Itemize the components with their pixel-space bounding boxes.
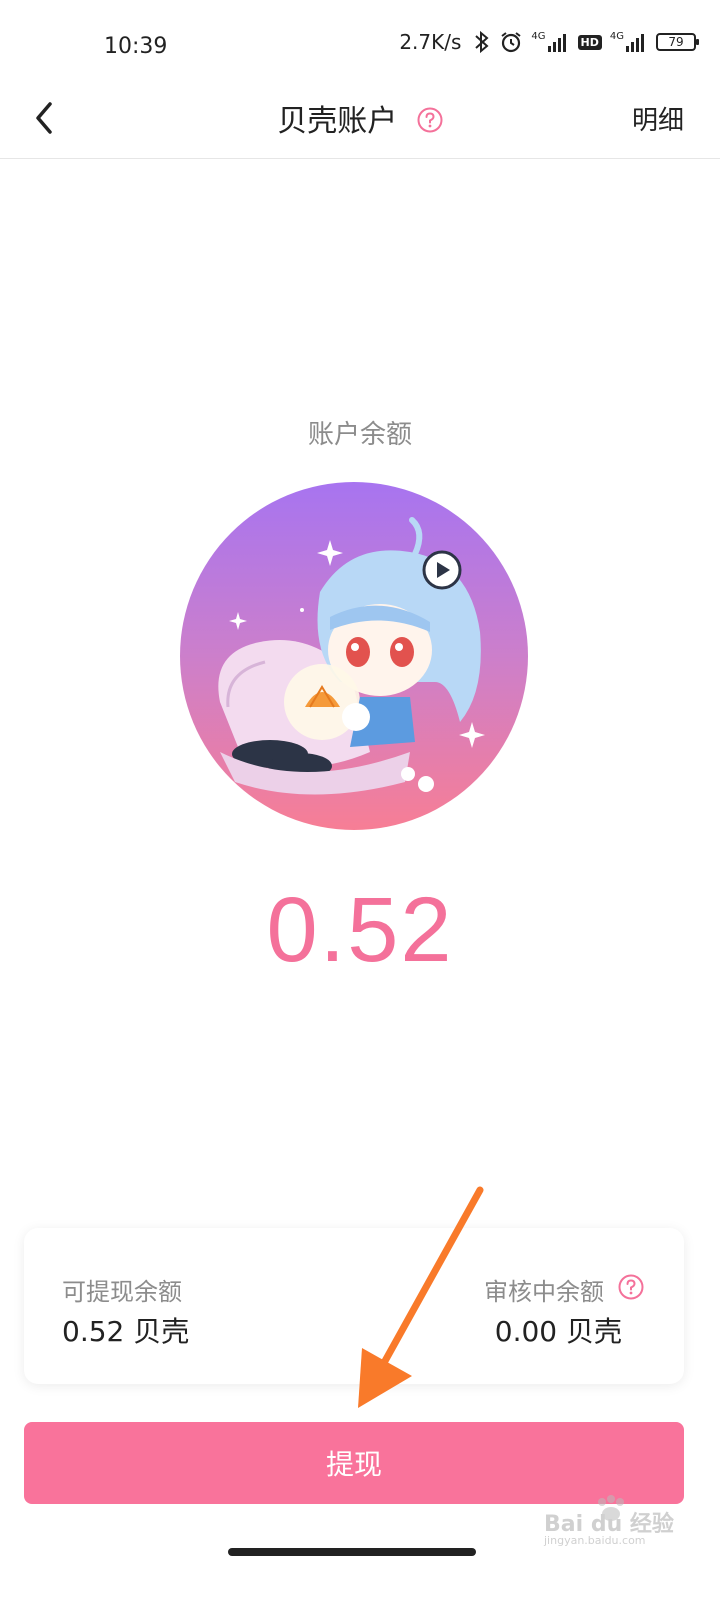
battery-level: 79 xyxy=(668,35,684,49)
balance-label: 账户余额 xyxy=(307,420,412,450)
baidu-watermark: Bai du 经验 jingyan.baidu.com xyxy=(544,1494,684,1550)
balance-amount: 0.52 xyxy=(266,879,454,981)
battery-icon: 79 xyxy=(656,33,699,51)
page-title: 贝壳账户 xyxy=(277,104,398,139)
page: 10:39 2.7K/s 4G HD 4G 79 贝壳账户 明细 账户余额 0.… xyxy=(0,0,720,1600)
withdrawable-value: 0.52 贝壳 xyxy=(62,1315,190,1348)
pending-value: 0.00 贝壳 xyxy=(494,1315,622,1348)
withdraw-button[interactable]: 提现 xyxy=(24,1422,684,1504)
balance-summary-card: 可提现余额 0.52 贝壳 审核中余额 0.00 贝壳 xyxy=(24,1228,684,1384)
details-link[interactable]: 明细 xyxy=(632,100,684,137)
network-type-2: 4G xyxy=(609,30,624,42)
hd-badge: HD xyxy=(577,34,602,50)
status-time: 10:39 xyxy=(104,34,168,59)
mascot-image xyxy=(218,517,485,795)
status-icons: 2.7K/s 4G HD 4G 79 xyxy=(399,30,699,54)
alarm-icon xyxy=(501,32,522,53)
withdraw-button-label: 提现 xyxy=(325,1448,382,1481)
network-type-1: 4G xyxy=(531,30,546,42)
home-indicator xyxy=(228,1548,476,1556)
help-icon[interactable] xyxy=(417,107,443,133)
bluetooth-icon xyxy=(475,30,489,54)
pending-label: 审核中余额 xyxy=(484,1278,604,1306)
page-title-wrap: 贝壳账户 xyxy=(0,96,720,140)
navigation-header: 贝壳账户 明细 xyxy=(0,78,720,159)
signal-icon-2 xyxy=(626,34,644,52)
status-bar: 10:39 2.7K/s 4G HD 4G 79 xyxy=(0,0,720,90)
pending-help-icon[interactable] xyxy=(618,1274,644,1300)
withdrawable-label: 可提现余额 xyxy=(62,1278,182,1306)
signal-icon xyxy=(547,34,566,52)
watermark-subtext: jingyan.baidu.com xyxy=(544,1534,646,1547)
net-speed: 2.7K/s xyxy=(399,30,462,54)
mascot-illustration xyxy=(180,482,528,830)
